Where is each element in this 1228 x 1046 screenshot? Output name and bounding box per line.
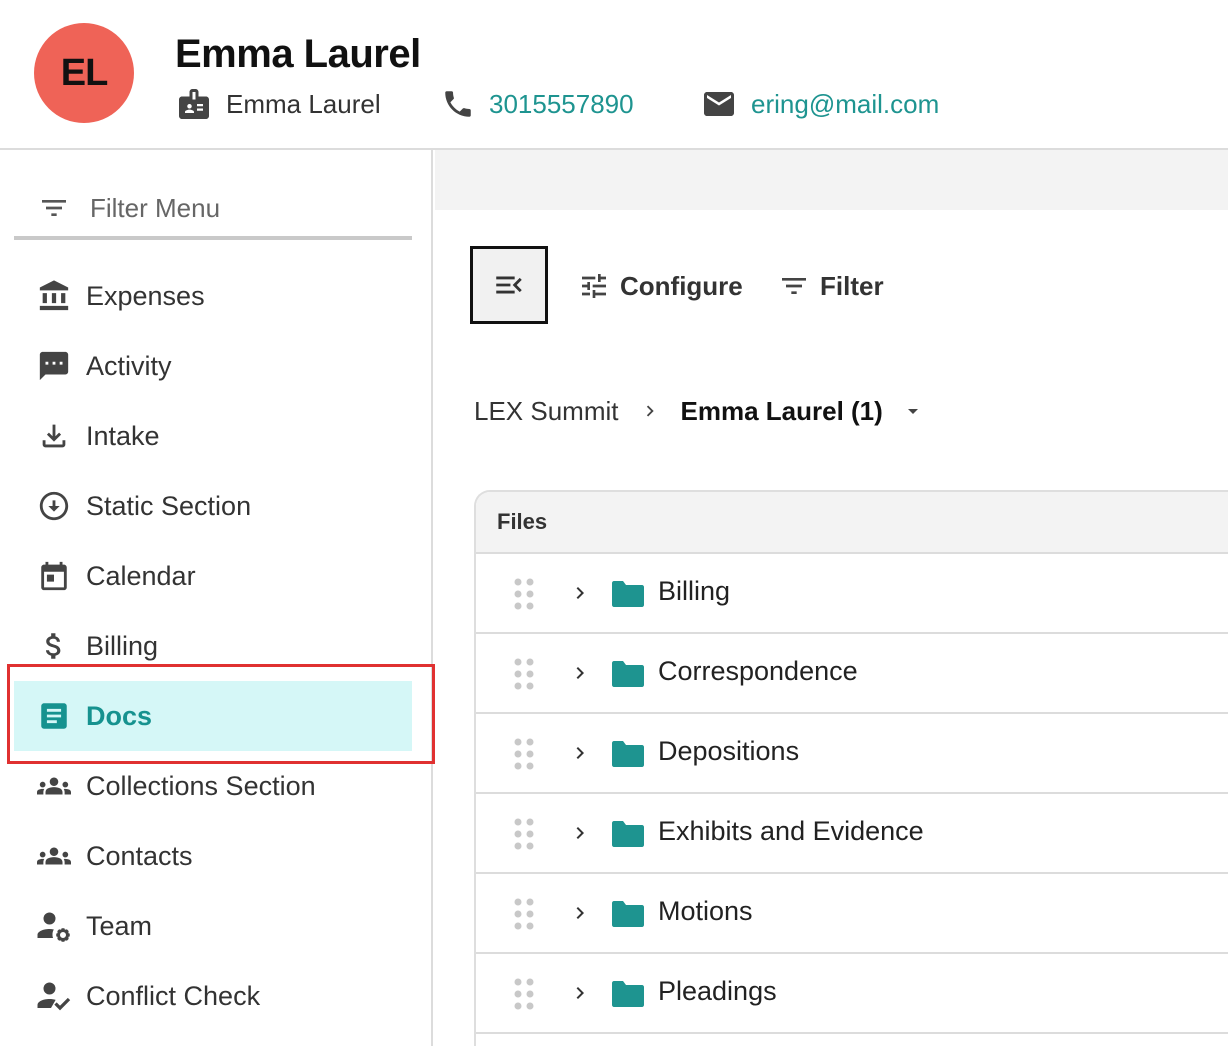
sidebar-item-label: Billing: [86, 630, 159, 661]
configure-button[interactable]: Configure: [578, 266, 743, 306]
folder-name: Depositions: [658, 736, 800, 766]
filter-button[interactable]: Filter: [778, 266, 884, 306]
chevron-right-icon[interactable]: [568, 581, 592, 605]
dollar-icon: [36, 628, 72, 664]
breadcrumb: LEX Summit Emma Laurel (1): [474, 390, 925, 432]
menu-collapse-icon: [496, 276, 522, 294]
chevron-right-icon[interactable]: [568, 821, 592, 845]
chat-icon: [36, 348, 72, 384]
folder-icon: [612, 981, 644, 1007]
chevron-right-icon[interactable]: [568, 981, 592, 1005]
folder-name: Exhibits and Evidence: [658, 816, 924, 846]
folder-icon: [612, 581, 644, 607]
filter-menu-button[interactable]: Filter Menu: [14, 180, 412, 240]
folder-row[interactable]: Motions: [476, 874, 1228, 954]
filter-icon: [782, 278, 806, 294]
drag-handle-icon[interactable]: [512, 657, 536, 691]
sidebar-item-billing[interactable]: Billing: [14, 611, 412, 681]
tune-icon: [582, 274, 606, 298]
sidebar-item-label: Docs: [86, 700, 153, 731]
contact-email[interactable]: ering@mail.com: [701, 86, 939, 122]
sidebar-item-calendar[interactable]: Calendar: [14, 541, 412, 611]
mail-icon: [704, 92, 734, 116]
sidebar-item-label: Static Section: [86, 490, 252, 521]
sidebar-item-conflict-check[interactable]: Conflict Check: [14, 961, 412, 1031]
folder-name: Correspondence: [658, 656, 858, 686]
document-icon: [36, 698, 72, 734]
sidebar-item-team[interactable]: Team: [14, 891, 412, 961]
chevron-right-icon[interactable]: [568, 901, 592, 925]
filter-icon: [42, 200, 66, 216]
id-badge-icon: [179, 89, 209, 119]
phone-number[interactable]: 3015557890: [489, 89, 634, 120]
caret-down-icon[interactable]: [901, 399, 925, 423]
sidebar-item-label: Calendar: [86, 560, 196, 591]
files-header: Files: [476, 492, 1228, 554]
files-panel: Files Billing Correspondence Depositions…: [474, 490, 1228, 1046]
folder-row[interactable]: Billing: [476, 554, 1228, 634]
drag-handle-icon[interactable]: [512, 977, 536, 1011]
contact-phone[interactable]: 3015557890: [441, 86, 634, 122]
drag-handle-icon[interactable]: [512, 897, 536, 931]
folder-icon: [612, 661, 644, 687]
sidebar-item-label: Collections Section: [86, 770, 316, 801]
group-icon: [36, 768, 72, 804]
drag-handle-icon[interactable]: [512, 577, 536, 611]
breadcrumb-current: Emma Laurel (1): [680, 395, 883, 426]
chevron-right-icon: [639, 400, 661, 422]
breadcrumb-parent[interactable]: LEX Summit: [474, 396, 619, 427]
email-address[interactable]: ering@mail.com: [751, 89, 939, 120]
filter-menu-label: Filter Menu: [90, 192, 221, 223]
sidebar-item-activity[interactable]: Activity: [14, 331, 412, 401]
folder-icon: [612, 741, 644, 767]
sidebar-item-label: Intake: [86, 420, 160, 451]
user-gear-icon: [36, 908, 72, 944]
drag-handle-icon[interactable]: [512, 737, 536, 771]
chevron-right-icon[interactable]: [568, 661, 592, 685]
contact-name: Emma Laurel: [176, 86, 381, 122]
sidebar-item-label: Activity: [86, 350, 172, 381]
folder-name: Motions: [658, 896, 753, 926]
sidebar-item-label: Contacts: [86, 840, 193, 871]
calendar-icon: [36, 558, 72, 594]
folder-row[interactable]: Pleadings: [476, 954, 1228, 1034]
folder-row[interactable]: Correspondence: [476, 634, 1228, 714]
folder-row[interactable]: Depositions: [476, 714, 1228, 794]
circle-arrow-down-icon: [36, 488, 72, 524]
configure-label: Configure: [620, 270, 743, 301]
folder-name: Billing: [658, 576, 731, 606]
toggle-sidebar-button[interactable]: [470, 246, 548, 324]
sidebar-item-label: Conflict Check: [86, 980, 261, 1011]
sidebar-item-expenses[interactable]: Expenses: [14, 261, 412, 331]
contact-name-text: Emma Laurel: [226, 88, 381, 119]
phone-icon: [445, 91, 471, 117]
avatar: EL: [34, 23, 134, 123]
folder-name: Pleadings: [658, 976, 777, 1006]
sidebar-item-collections-section[interactable]: Collections Section: [14, 751, 412, 821]
bank-icon: [36, 278, 72, 314]
client-name: Emma Laurel: [175, 32, 421, 76]
sidebar-item-label: Expenses: [86, 280, 205, 311]
sidebar-item-static-section[interactable]: Static Section: [14, 471, 412, 541]
folder-icon: [612, 901, 644, 927]
folder-row[interactable]: Exhibits and Evidence: [476, 794, 1228, 874]
group-icon: [36, 838, 72, 874]
top-bar: [435, 150, 1228, 210]
folder-icon: [612, 821, 644, 847]
sidebar-item-docs[interactable]: Docs: [14, 681, 412, 751]
user-check-icon: [36, 978, 72, 1014]
client-header: EL Emma Laurel Emma Laurel 3015557890 er…: [0, 0, 1228, 150]
filter-label: Filter: [820, 270, 884, 301]
sidebar-item-intake[interactable]: Intake: [14, 401, 412, 471]
chevron-right-icon[interactable]: [568, 741, 592, 765]
sidebar-item-label: Team: [86, 910, 153, 941]
sidebar-item-contacts[interactable]: Contacts: [14, 821, 412, 891]
drag-handle-icon[interactable]: [512, 817, 536, 851]
download-icon: [36, 418, 72, 454]
